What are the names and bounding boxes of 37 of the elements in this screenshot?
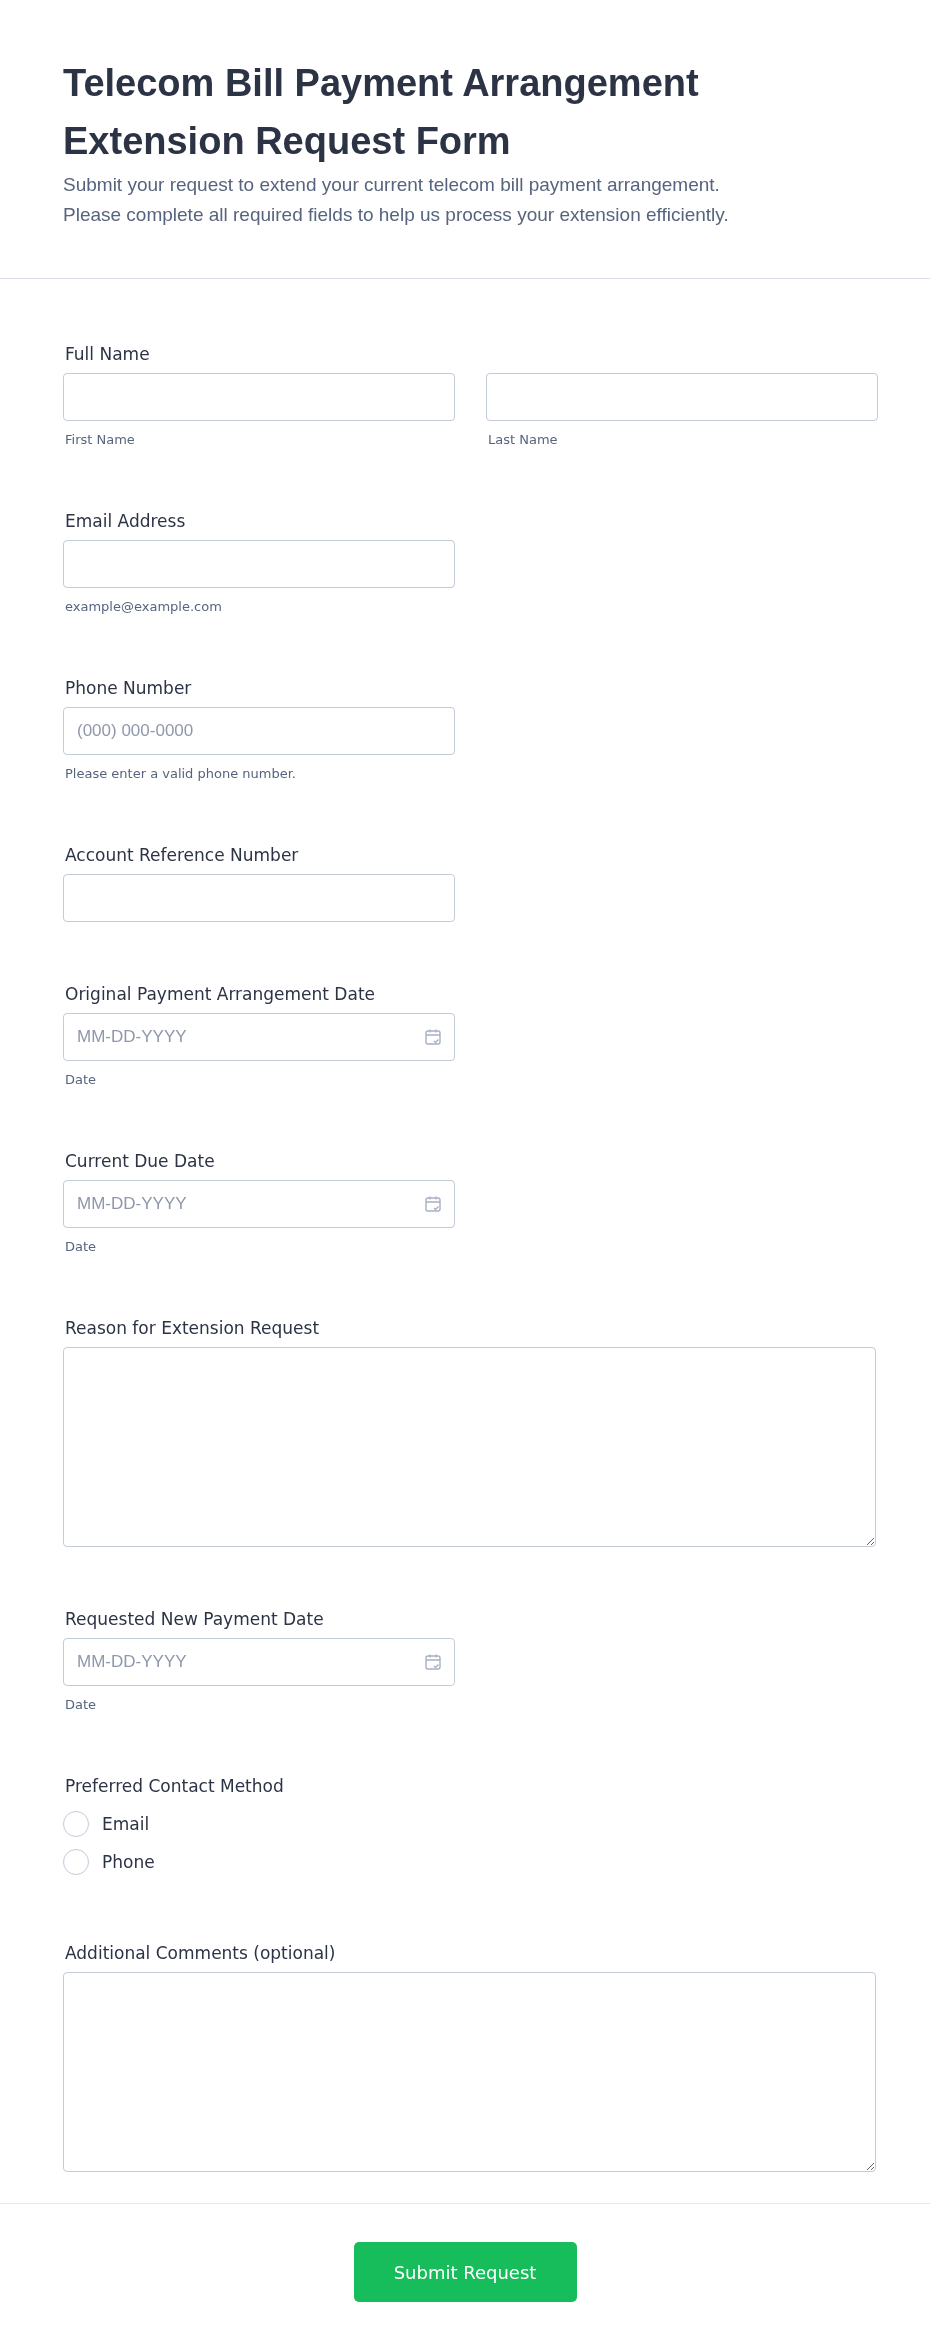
text-input[interactable] (63, 373, 455, 421)
calendar-icon[interactable] (424, 1653, 442, 1671)
sublabel: First Name (65, 431, 136, 449)
field-label: Current Due Date (65, 1150, 216, 1172)
field-label: Requested New Payment Date (65, 1608, 325, 1630)
sublabel: Date (65, 1071, 98, 1089)
radio-button[interactable] (63, 1811, 89, 1837)
form-title: Telecom Bill Payment Arrangement Extension Request Form (63, 61, 700, 164)
form-description: Submit your request to extend your current telecom bill payment arrangement. (63, 173, 721, 197)
text-area[interactable] (63, 1347, 876, 1547)
field-label: Phone Number (65, 677, 193, 699)
date-input[interactable]: MM-DD-YYYY (63, 1638, 455, 1686)
sublabel: Date (65, 1696, 98, 1714)
radio-label[interactable]: Phone (102, 1852, 155, 1872)
calendar-icon[interactable] (424, 1195, 442, 1213)
sublabel: Date (65, 1238, 98, 1256)
calendar-icon[interactable] (424, 1028, 442, 1046)
field-label: Reason for Extension Request (65, 1317, 321, 1339)
text-input[interactable] (486, 373, 878, 421)
field-label: Original Payment Arrangement Date (65, 983, 376, 1005)
radio-button[interactable] (63, 1849, 89, 1875)
field-label: Preferred Contact Method (65, 1775, 285, 1797)
field-label: Account Reference Number (65, 844, 300, 866)
form-description: Please complete all required fields to help us process your extension efficiently. (63, 203, 730, 227)
text-input[interactable] (63, 874, 455, 922)
text-input[interactable]: (000) 000-0000 (63, 707, 455, 755)
field-label: Email Address (65, 510, 187, 532)
text-input[interactable] (63, 540, 455, 588)
text-area[interactable] (63, 1972, 876, 2172)
sublabel: Last Name (488, 431, 559, 449)
date-input[interactable]: MM-DD-YYYY (63, 1180, 455, 1228)
sublabel: Please enter a valid phone number. (65, 765, 297, 783)
sublabel: example@example.com (65, 598, 223, 616)
field-label: Additional Comments (optional) (65, 1942, 337, 1964)
field-label: Full Name (65, 343, 151, 365)
date-input[interactable]: MM-DD-YYYY (63, 1013, 455, 1061)
radio-label[interactable]: Email (102, 1814, 150, 1834)
